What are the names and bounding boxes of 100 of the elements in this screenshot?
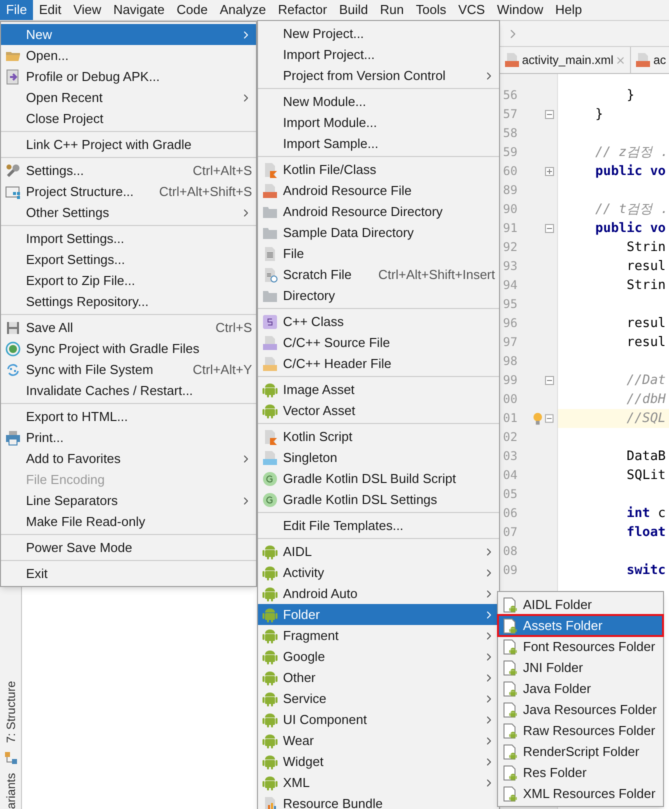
menu-bar-item[interactable]: VCS — [452, 0, 491, 20]
menu-item[interactable]: Android Resource File — [258, 180, 499, 201]
menu-bar-item[interactable]: File — [0, 0, 33, 20]
menu-item[interactable]: Kotlin File/Class — [258, 159, 499, 180]
menu-item[interactable]: Import Project... — [258, 44, 499, 65]
menu-item[interactable]: Google — [258, 646, 499, 667]
menu-item[interactable]: Power Save Mode — [1, 537, 256, 558]
menu-item[interactable]: Edit File Templates... — [258, 515, 499, 536]
menu-item[interactable]: Gradle Kotlin DSL Build Script — [258, 468, 499, 489]
menu-item[interactable]: Open... — [1, 45, 256, 66]
xml-file-icon — [635, 52, 652, 68]
menu-item[interactable]: Image Asset — [258, 379, 499, 400]
menu-bar-item[interactable]: Run — [374, 0, 410, 20]
menu-item[interactable]: XML — [258, 772, 499, 793]
collapse-icon[interactable] — [545, 224, 554, 233]
menu-item[interactable]: XML Resources Folder — [498, 783, 663, 804]
menu-item[interactable]: Font Resources Folder — [498, 636, 663, 657]
menu-item[interactable]: Gradle Kotlin DSL Settings — [258, 489, 499, 510]
menu-item[interactable]: Project Structure... Ctrl+Alt+Shift+S — [1, 181, 256, 202]
menu-bar-item[interactable]: Analyze — [214, 0, 272, 20]
menu-item[interactable]: Export to Zip File... — [1, 270, 256, 291]
menu-item[interactable]: Assets Folder — [498, 615, 663, 636]
menu-bar-item[interactable]: Tools — [410, 0, 452, 20]
menu-item[interactable]: Fragment — [258, 625, 499, 646]
menu-bar-item[interactable]: Window — [490, 0, 550, 20]
menu-item[interactable]: Directory — [258, 285, 499, 306]
code-comment: // z검정 . — [594, 144, 668, 162]
menu-item[interactable]: Raw Resources Folder — [498, 720, 663, 741]
menu-item[interactable]: Singleton — [258, 447, 499, 468]
menu-item[interactable]: C/C++ Header File — [258, 353, 499, 374]
menu-item[interactable]: RenderScript Folder — [498, 741, 663, 762]
menu-item[interactable]: Sample Data Directory — [258, 222, 499, 243]
menu-item[interactable]: Android Resource Directory — [258, 201, 499, 222]
collapse-icon[interactable] — [545, 414, 554, 423]
menu-item[interactable]: Import Module... — [258, 112, 499, 133]
menu-item[interactable]: Wear — [258, 730, 499, 751]
menu-item[interactable]: Settings Repository... — [1, 291, 256, 312]
code-line: int c — [626, 504, 666, 523]
menu-item[interactable]: Service — [258, 688, 499, 709]
line-number: 97 — [502, 334, 518, 351]
menu-item[interactable]: Kotlin Script — [258, 426, 499, 447]
menu-item[interactable]: Sync Project with Gradle Files — [1, 338, 256, 359]
close-icon[interactable] — [615, 54, 626, 66]
menu-item[interactable]: New — [1, 24, 256, 45]
menu-item[interactable]: Close Project — [1, 108, 256, 129]
menu-item[interactable]: Project from Version Control — [258, 65, 499, 86]
android-icon — [262, 586, 278, 602]
line-number: 08 — [502, 543, 518, 560]
menu-item[interactable]: Scratch File Ctrl+Alt+Shift+Insert — [258, 264, 499, 285]
expand-icon[interactable] — [545, 167, 554, 176]
menu-item[interactable]: Open Recent — [1, 87, 256, 108]
menu-item[interactable]: Exit — [1, 563, 256, 584]
collapse-icon[interactable] — [545, 376, 554, 385]
menu-item[interactable]: Profile or Debug APK... — [1, 66, 256, 87]
menu-item[interactable]: Folder — [258, 604, 499, 625]
menu-item[interactable]: Export to HTML... — [1, 406, 256, 427]
menu-item[interactable]: Java Resources Folder — [498, 699, 663, 720]
menu-item[interactable]: Settings... Ctrl+Alt+S — [1, 160, 256, 181]
menu-item[interactable]: Import Sample... — [258, 133, 499, 154]
menu-item[interactable]: C/C++ Source File — [258, 332, 499, 353]
menu-item[interactable]: Print... — [1, 427, 256, 448]
menu-bar-item[interactable]: Edit — [32, 0, 68, 20]
menu-item[interactable]: Import Settings... — [1, 228, 256, 249]
cpp-class-icon — [262, 314, 278, 330]
menu-item[interactable]: Vector Asset — [258, 400, 499, 421]
menu-item[interactable]: New Module... — [258, 91, 499, 112]
menu-item[interactable]: New Project... — [258, 23, 499, 44]
menu-bar-item[interactable]: Code — [170, 0, 214, 20]
menu-item[interactable]: Export Settings... — [1, 249, 256, 270]
menu-bar-item[interactable]: Navigate — [107, 0, 171, 20]
menu-item[interactable]: C++ Class — [258, 311, 499, 332]
android-folder-icon — [502, 786, 518, 802]
menu-bar-item[interactable]: Build — [333, 0, 374, 20]
menu-item[interactable]: Add to Favorites — [1, 448, 256, 469]
menu-item[interactable]: AIDL — [258, 541, 499, 562]
tool-window-label[interactable]: ariants — [2, 772, 20, 809]
collapse-icon[interactable] — [545, 110, 554, 119]
menu-item[interactable]: Java Folder — [498, 678, 663, 699]
menu-bar-item[interactable]: Refactor — [272, 0, 334, 20]
menu-item[interactable]: Sync with File System Ctrl+Alt+Y — [1, 359, 256, 380]
menu-item[interactable]: Other Settings — [1, 202, 256, 223]
menu-bar-item[interactable]: Help — [549, 0, 588, 20]
menu-item[interactable]: JNI Folder — [498, 657, 663, 678]
editor-tab[interactable]: ac — [631, 47, 669, 73]
menu-item[interactable]: Widget — [258, 751, 499, 772]
menu-item[interactable]: Android Auto — [258, 583, 499, 604]
lightbulb-icon[interactable] — [533, 412, 542, 426]
menu-item[interactable]: Save All Ctrl+S — [1, 317, 256, 338]
menu-item[interactable]: Activity — [258, 562, 499, 583]
menu-item[interactable]: File — [258, 243, 499, 264]
tool-window-label[interactable]: 7: Structure — [2, 680, 20, 743]
menu-item[interactable]: Make File Read-only — [1, 511, 256, 532]
menu-item[interactable]: Invalidate Caches / Restart... — [1, 380, 256, 401]
menu-bar-item[interactable]: View — [67, 0, 108, 20]
code-line: switc — [626, 562, 666, 580]
menu-item[interactable]: Other — [258, 667, 499, 688]
menu-item[interactable]: UI Component — [258, 709, 499, 730]
menu-item[interactable]: Link C++ Project with Gradle — [1, 134, 256, 155]
menu-item[interactable]: Line Separators — [1, 490, 256, 511]
menu-item[interactable]: Res Folder — [498, 762, 663, 783]
